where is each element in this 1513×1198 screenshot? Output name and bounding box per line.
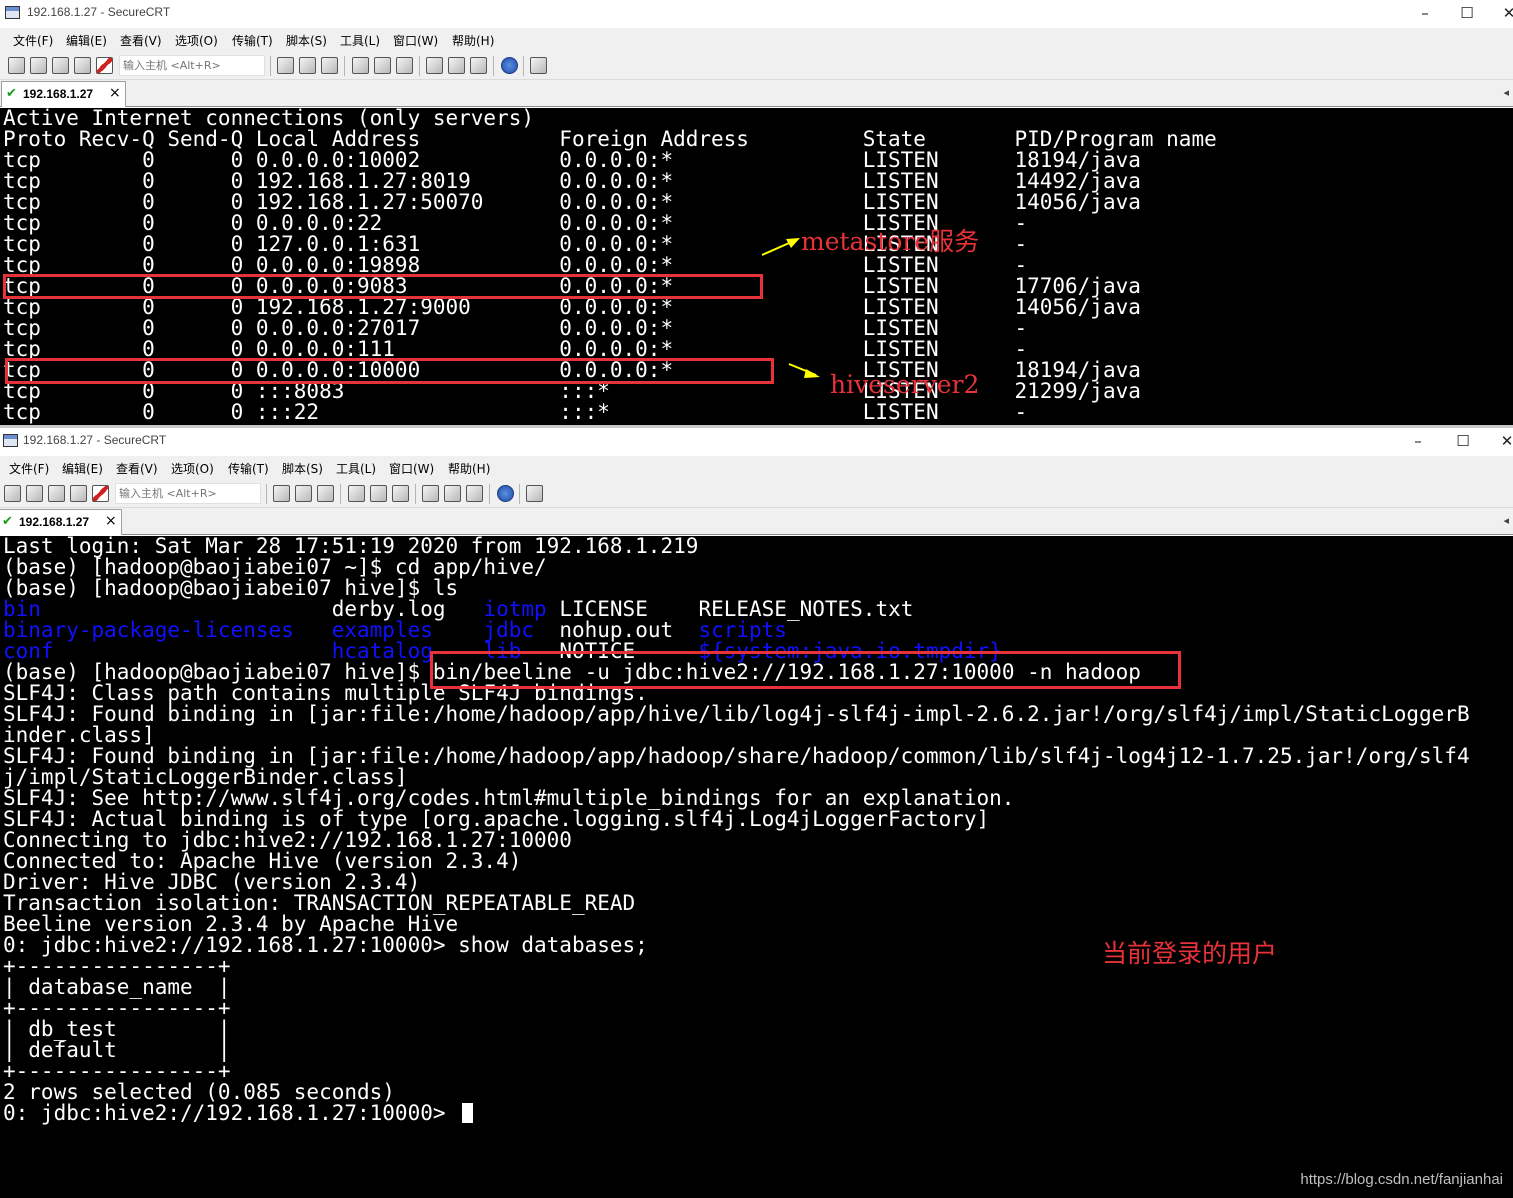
tab-bar: ✔ 192.168.1.27 × ◂ xyxy=(0,508,1513,535)
quick-connect-input[interactable] xyxy=(115,483,261,504)
minimize-button[interactable]: – xyxy=(1395,430,1441,452)
menu-file[interactable]: 文件(F) xyxy=(9,460,49,477)
terminal-line: SLF4J: See http://www.slf4j.org/codes.ht… xyxy=(3,786,1015,810)
terminal-line: Beeline version 2.3.4 by Apache Hive xyxy=(3,912,459,936)
annotation-metastore: metastore服务 xyxy=(801,227,980,256)
title-bar: 192.168.1.27 - SecureCRT – ☐ ✕ xyxy=(0,428,1513,454)
quick-connect-icon[interactable] xyxy=(26,485,43,502)
terminal-line: | default | xyxy=(3,1038,231,1062)
toolbar-separator xyxy=(266,484,267,504)
ls-row: bin derby.log iotmp LICENSE RELEASE_NOTE… xyxy=(3,599,1470,620)
session-options-icon[interactable] xyxy=(422,485,439,502)
toolbar-separator xyxy=(415,484,416,504)
menu-transfer[interactable]: 传输(T) xyxy=(228,460,269,477)
ls-row: conf hcatalog lib NOTICE ${system:java.i… xyxy=(3,641,1470,662)
terminal-line: SLF4J: Found binding in [jar:file:/home/… xyxy=(3,702,1470,726)
terminal-line: Connected to: Apache Hive (version 2.3.4… xyxy=(3,849,522,873)
terminal-line: +----------------+ xyxy=(3,996,231,1020)
print-icon[interactable] xyxy=(348,485,365,502)
terminal-line: SLF4J: Class path contains multiple SLF4… xyxy=(3,681,648,705)
maximize-button[interactable]: ☐ xyxy=(1440,430,1486,452)
tab-close-icon[interactable]: × xyxy=(105,513,117,529)
beeline-prompt-line: 0: jdbc:hive2://192.168.1.27:10000> xyxy=(3,1103,1470,1124)
terminal-line: (base) [hadoop@baojiabei07 ~]$ cd app/hi… xyxy=(3,555,547,579)
menu-view[interactable]: 查看(V) xyxy=(116,460,158,477)
reconnect-icon[interactable] xyxy=(70,485,87,502)
watermark: https://blog.csdn.net/fanjianhai xyxy=(1300,1171,1503,1188)
copy-icon[interactable] xyxy=(273,485,290,502)
terminal-line: Connecting to jdbc:hive2://192.168.1.27:… xyxy=(3,828,572,852)
toolbar-separator xyxy=(489,484,490,504)
beeline-command-line: (base) [hadoop@baojiabei07 hive]$ bin/be… xyxy=(3,662,1470,683)
annotation-current-user: 当前登录的用户 xyxy=(1102,939,1278,968)
terminal-line: Last login: Sat Mar 28 17:51:19 2020 fro… xyxy=(3,536,699,558)
menu-bar: 文件(F) 编辑(E) 查看(V) 选项(O) 传输(T) 脚本(S) 工具(L… xyxy=(0,456,1513,480)
terminal-output: Last login: Sat Mar 28 17:51:19 2020 fro… xyxy=(3,536,1470,1124)
paste-icon[interactable] xyxy=(295,485,312,502)
connect-tab-icon[interactable] xyxy=(48,485,65,502)
securecrt-app-icon xyxy=(3,434,18,447)
ls-row: binary-package-licenses examples jdbc no… xyxy=(3,620,1470,641)
find-icon[interactable] xyxy=(317,485,334,502)
toolbar xyxy=(0,480,1513,508)
menu-script[interactable]: 脚本(S) xyxy=(282,460,323,477)
toolbar-separator xyxy=(519,484,520,504)
terminal-line: Driver: Hive JDBC (version 2.3.4) xyxy=(3,870,421,894)
menu-window[interactable]: 窗口(W) xyxy=(389,460,434,477)
toolbar-separator xyxy=(340,484,341,504)
securecrt-window-beeline: 192.168.1.27 - SecureCRT – ☐ ✕ 文件(F) 编辑(… xyxy=(0,428,1513,1198)
terminal-line: inder.class] xyxy=(3,723,155,747)
terminal-line: | db_test | xyxy=(3,1017,231,1041)
keymap-icon[interactable] xyxy=(466,485,483,502)
annotation-hiveserver2: hiveserver2 xyxy=(830,370,980,399)
session-tab[interactable]: ✔ 192.168.1.27 × xyxy=(0,509,122,535)
sftp-icon[interactable] xyxy=(526,485,543,502)
terminal-cursor xyxy=(462,1103,474,1123)
terminal-line: +----------------+ xyxy=(3,1059,231,1083)
window-title: 192.168.1.27 - SecureCRT xyxy=(23,433,167,447)
help-icon[interactable] xyxy=(497,485,514,502)
printer-icon[interactable] xyxy=(392,485,409,502)
global-options-icon[interactable] xyxy=(444,485,461,502)
close-button[interactable]: ✕ xyxy=(1484,430,1513,452)
hiveserver2-arrow-head xyxy=(804,369,820,378)
terminal-line: | database_name | xyxy=(3,975,231,999)
print-selection-icon[interactable] xyxy=(370,485,387,502)
connect-icon[interactable] xyxy=(4,485,21,502)
terminal-line: (base) [hadoop@baojiabei07 hive]$ ls xyxy=(3,576,459,600)
beeline-prompt: 0: jdbc:hive2://192.168.1.27:10000> xyxy=(3,1101,459,1125)
terminal-line: SLF4J: Found binding in [jar:file:/home/… xyxy=(3,744,1470,768)
menu-edit[interactable]: 编辑(E) xyxy=(62,460,103,477)
terminal-line: SLF4J: Actual binding is of type [org.ap… xyxy=(3,807,990,831)
menu-help[interactable]: 帮助(H) xyxy=(448,460,490,477)
terminal-line: Transaction isolation: TRANSACTION_REPEA… xyxy=(3,891,636,915)
terminal-line: j/impl/StaticLoggerBinder.class] xyxy=(3,765,408,789)
terminal-line: 2 rows selected (0.085 seconds) xyxy=(3,1080,395,1104)
menu-options[interactable]: 选项(O) xyxy=(171,460,214,477)
session-tab-label: 192.168.1.27 xyxy=(19,515,90,529)
disconnect-icon[interactable] xyxy=(92,485,109,502)
menu-tools[interactable]: 工具(L) xyxy=(336,460,376,477)
tab-scroll-left-icon[interactable]: ◂ xyxy=(1503,514,1509,527)
connected-check-icon: ✔ xyxy=(2,514,13,529)
terminal-beeline[interactable]: Last login: Sat Mar 28 17:51:19 2020 fro… xyxy=(0,536,1513,1198)
